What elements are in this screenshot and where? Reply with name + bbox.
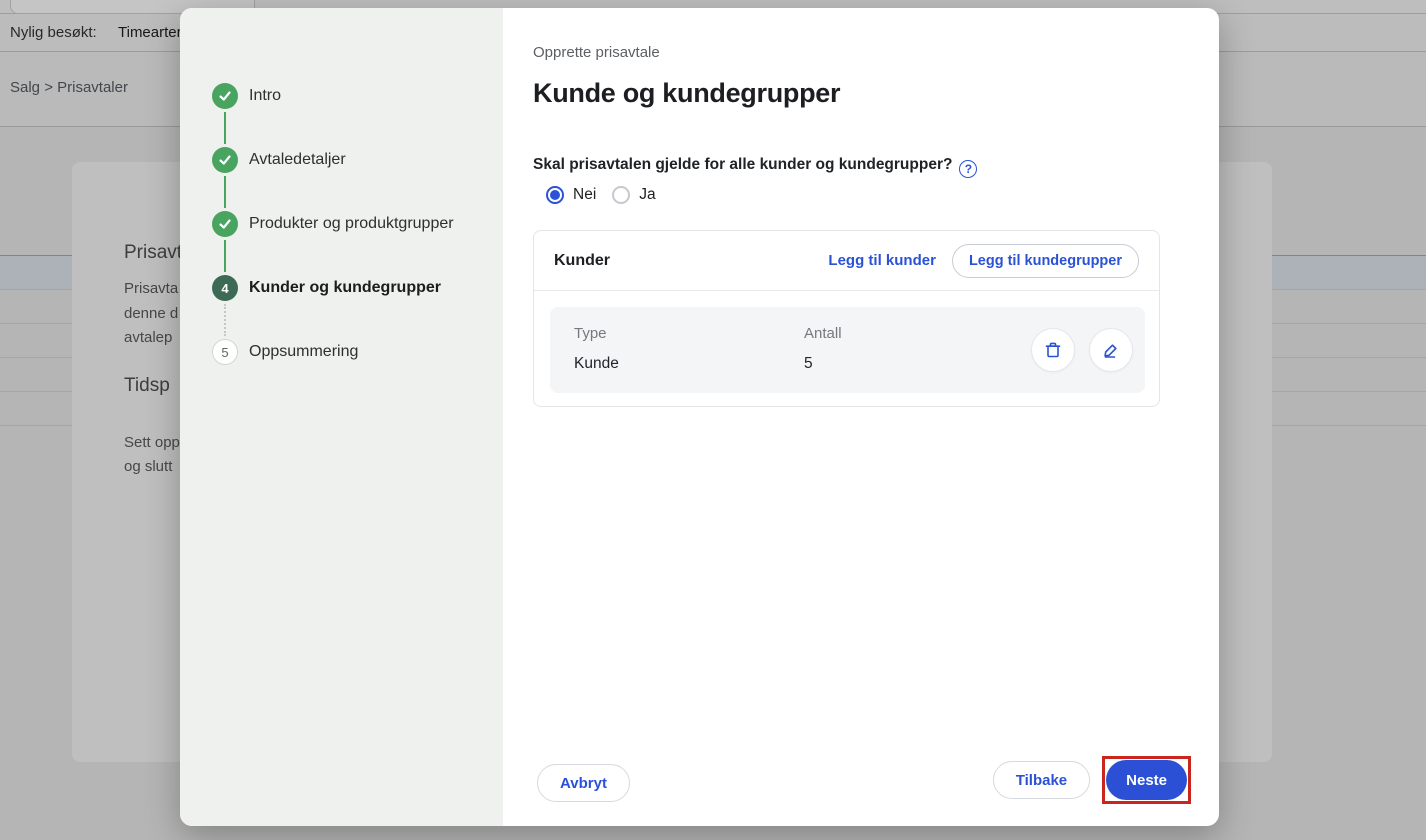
radio-option-ja[interactable]: Ja <box>612 186 655 204</box>
modal-content: Opprette prisavtale Kunde og kundegruppe… <box>503 8 1219 826</box>
customers-card-title: Kunder <box>554 252 610 270</box>
step-circle-oppsummering[interactable]: 5 <box>212 339 238 365</box>
radio-unselected-icon[interactable] <box>612 186 630 204</box>
step-circle-avtaledetaljer[interactable] <box>212 147 238 173</box>
customers-card: Kunder Legg til kunder Legg til kundegru… <box>533 230 1160 407</box>
pencil-icon <box>1101 340 1121 360</box>
step-connector <box>224 112 226 144</box>
question-text: Skal prisavtalen gjelde for alle kunder … <box>533 156 952 173</box>
row-action-buttons <box>1031 307 1133 393</box>
step-label-avtaledetaljer[interactable]: Avtaledetaljer <box>249 149 346 171</box>
step-circle-kunder[interactable]: 4 <box>212 275 238 301</box>
next-button[interactable]: Neste <box>1106 760 1187 800</box>
delete-button[interactable] <box>1031 328 1075 372</box>
edit-button[interactable] <box>1089 328 1133 372</box>
step-label-produkter[interactable]: Produkter og produktgrupper <box>249 213 454 235</box>
step-connector <box>224 240 226 272</box>
count-column-header: Antall <box>804 325 842 342</box>
help-icon[interactable] <box>959 160 977 178</box>
back-button[interactable]: Tilbake <box>993 761 1090 799</box>
step-label-intro[interactable]: Intro <box>249 85 281 107</box>
step-label-oppsummering[interactable]: Oppsummering <box>249 341 358 363</box>
customers-card-header: Kunder Legg til kunder Legg til kundegru… <box>534 231 1159 291</box>
step-circle-intro[interactable] <box>212 83 238 109</box>
customers-row: Type Kunde Antall 5 <box>550 307 1145 393</box>
create-price-agreement-modal: Intro Avtaledetaljer Produkter og produk… <box>180 8 1219 826</box>
radio-selected-icon[interactable] <box>546 186 564 204</box>
add-customers-link[interactable]: Legg til kunder <box>828 252 936 269</box>
check-icon <box>218 153 232 167</box>
type-value: Kunde <box>574 355 619 373</box>
type-column-header: Type <box>574 325 607 342</box>
step-connector-dotted <box>224 304 226 336</box>
customers-card-actions: Legg til kunder Legg til kundegrupper <box>828 244 1139 278</box>
radio-label[interactable]: Nei <box>573 186 596 204</box>
radio-group: Nei Ja <box>546 186 672 204</box>
step-circle-produkter[interactable] <box>212 211 238 237</box>
check-icon <box>218 217 232 231</box>
add-customer-groups-button[interactable]: Legg til kundegrupper <box>952 244 1139 278</box>
step-connector <box>224 176 226 208</box>
question-label: Skal prisavtalen gjelde for alle kunder … <box>533 156 977 178</box>
trash-icon <box>1043 340 1063 360</box>
page-title: Kunde og kundegrupper <box>533 78 840 109</box>
app-root: Nylig besøkt: Timearter Salg > Prisavtal… <box>0 0 1426 840</box>
check-icon <box>218 89 232 103</box>
wizard-eyebrow: Opprette prisavtale <box>533 44 660 61</box>
radio-label[interactable]: Ja <box>639 186 655 204</box>
step-label-kunder[interactable]: Kunder og kundegrupper <box>249 277 441 299</box>
count-value: 5 <box>804 355 813 373</box>
radio-option-nei[interactable]: Nei <box>546 186 596 204</box>
cancel-button[interactable]: Avbryt <box>537 764 630 802</box>
annotation-highlight-box: Neste <box>1102 756 1191 804</box>
footer-navigation: Tilbake Neste <box>993 756 1191 804</box>
stepper-sidebar: Intro Avtaledetaljer Produkter og produk… <box>180 8 503 826</box>
